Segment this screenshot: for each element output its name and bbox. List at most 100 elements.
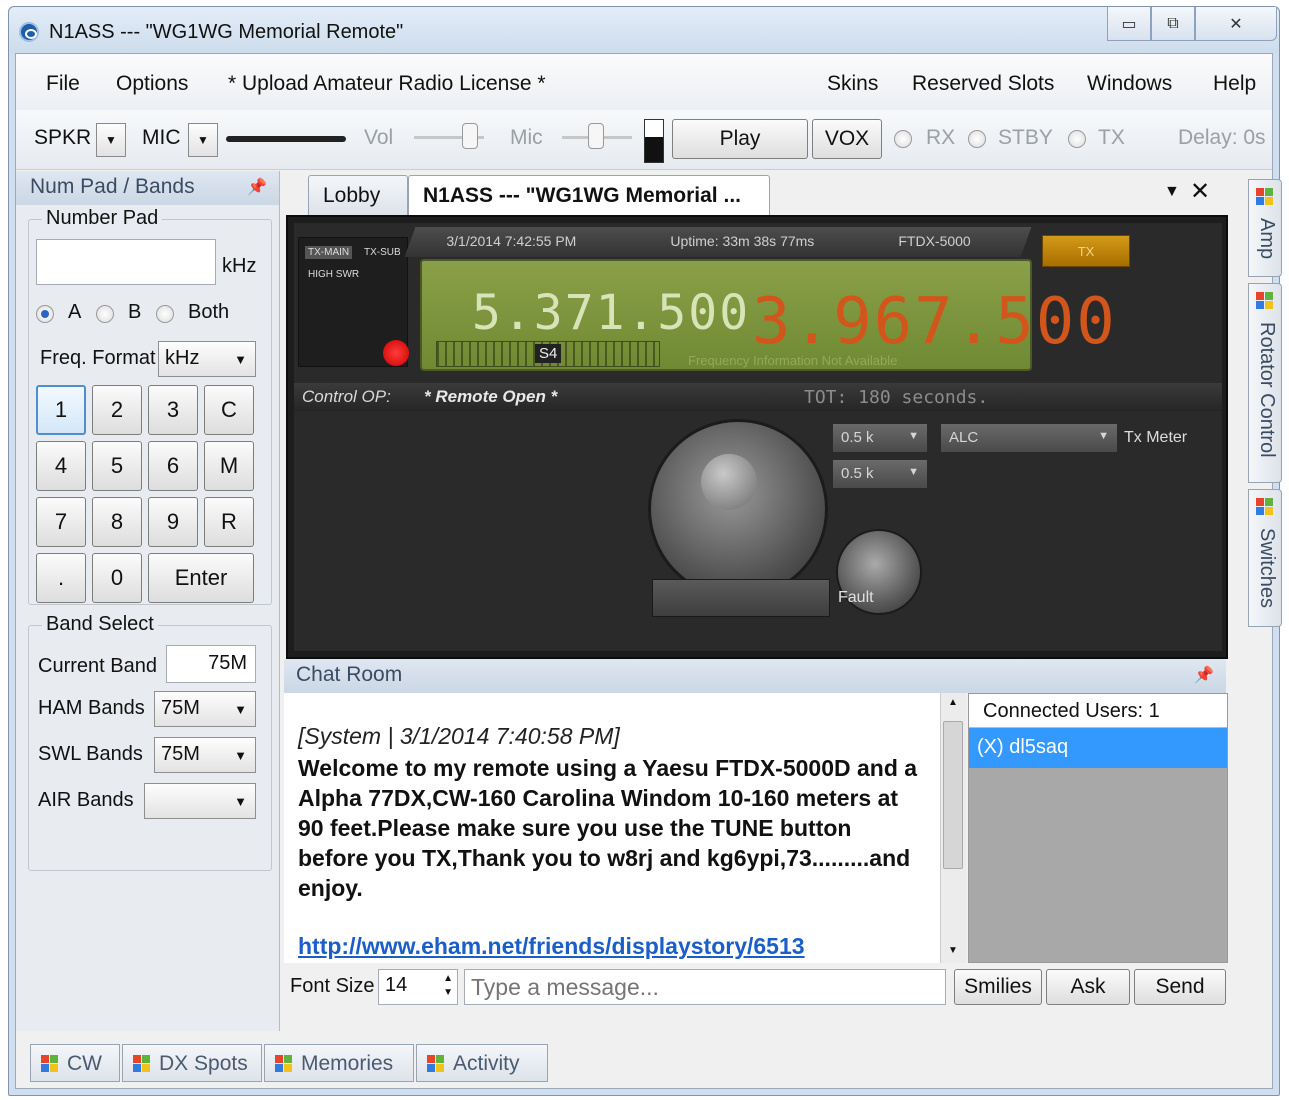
filter-width-select-1[interactable]: 0.5 k ▼ — [832, 423, 928, 453]
tab-lobby[interactable]: Lobby — [308, 175, 408, 215]
scroll-up-icon[interactable]: ▲ — [948, 697, 958, 708]
vfo-both-label: Both — [188, 301, 230, 323]
vol-slider[interactable] — [462, 123, 478, 149]
pin-icon[interactable]: 📌 — [247, 177, 267, 197]
vfo-a-radio[interactable] — [36, 305, 54, 323]
tab-list-chevron-icon[interactable]: ▼ — [1164, 183, 1180, 201]
tab-remote-station[interactable]: N1ASS --- "WG1WG Memorial ... — [408, 175, 770, 215]
scroll-thumb[interactable] — [943, 721, 963, 869]
send-button[interactable]: Send — [1134, 969, 1226, 1005]
radio-datetime: 3/1/2014 7:42:55 PM — [446, 233, 577, 249]
menu-file[interactable]: File — [46, 72, 80, 96]
scroll-down-icon[interactable]: ▼ — [948, 945, 958, 956]
filter-width-value-2: 0.5 k — [841, 465, 874, 482]
chevron-down-icon: ▼ — [908, 430, 919, 442]
user-list-item[interactable]: (X) dl5saq — [969, 728, 1227, 768]
key-2[interactable]: 2 — [92, 385, 142, 435]
mic-gain-label: Mic — [510, 126, 543, 149]
bottom-tab-dx-spots[interactable]: DX Spots — [122, 1044, 262, 1082]
font-size-stepper[interactable]: 14 ▲ ▼ — [378, 969, 458, 1005]
key-r[interactable]: R — [204, 497, 254, 547]
swl-bands-label: SWL Bands — [38, 743, 143, 765]
maximize-button[interactable]: ⧉ — [1151, 7, 1195, 41]
vox-button[interactable]: VOX — [812, 119, 882, 159]
pin-icon[interactable]: 📌 — [1194, 665, 1214, 685]
tx-radio[interactable] — [1068, 130, 1086, 148]
key-dot[interactable]: . — [36, 553, 86, 603]
key-enter[interactable]: Enter — [148, 553, 254, 603]
mic-dropdown[interactable]: ▼ — [188, 123, 218, 157]
key-8[interactable]: 8 — [92, 497, 142, 547]
key-6[interactable]: 6 — [148, 441, 198, 491]
chat-scrollbar[interactable]: ▲ ▼ — [940, 693, 966, 963]
stby-radio[interactable] — [968, 130, 986, 148]
filter-width-select-2[interactable]: 0.5 k ▼ — [832, 459, 928, 489]
vfo-both-radio[interactable] — [156, 305, 174, 323]
bottom-tab-memories[interactable]: Memories — [264, 1044, 414, 1082]
bottom-tab-dx-spots-label: DX Spots — [159, 1052, 248, 1075]
swl-bands-select[interactable]: 75M ▼ — [154, 737, 256, 773]
key-0[interactable]: 0 — [92, 553, 142, 603]
side-tab-amp[interactable]: Amp — [1248, 179, 1282, 277]
frequency-display: 5.371.500 3.967.500 S4 Frequency Informa… — [420, 259, 1115, 371]
menu-windows[interactable]: Windows — [1087, 72, 1172, 96]
side-tab-switches[interactable]: Switches — [1248, 489, 1282, 627]
close-tab-icon[interactable]: ✕ — [1190, 177, 1210, 206]
key-4[interactable]: 4 — [36, 441, 86, 491]
menu-options[interactable]: Options — [116, 72, 188, 96]
rx-radio[interactable] — [894, 130, 912, 148]
main-vfo-frequency[interactable]: 3.967.500 — [752, 285, 1117, 359]
air-bands-select[interactable]: ▼ — [144, 783, 256, 819]
stby-label: STBY — [998, 126, 1053, 149]
menu-skins[interactable]: Skins — [827, 72, 878, 96]
chat-message-input[interactable] — [464, 969, 946, 1005]
chat-link[interactable]: http://www.eham.net/friends/displaystory… — [298, 933, 805, 960]
ask-button[interactable]: Ask — [1046, 969, 1130, 1005]
sub-vfo-frequency[interactable]: 5.371.500 — [472, 285, 750, 341]
key-m[interactable]: M — [204, 441, 254, 491]
tx-meter-select[interactable]: ALC ▼ — [940, 423, 1118, 453]
connected-users-panel: Connected Users: 1 (X) dl5saq — [968, 693, 1228, 963]
mic-gain-slider[interactable] — [588, 123, 604, 149]
menu-upload-license[interactable]: * Upload Amateur Radio License * — [228, 72, 546, 96]
windows-icon — [41, 1055, 59, 1073]
current-band-value: 75M — [166, 645, 256, 683]
main-tuning-knob[interactable] — [648, 419, 828, 599]
window-controls: ▭ ⧉ ✕ — [1107, 7, 1277, 41]
frequency-input[interactable] — [36, 239, 216, 285]
audio-toolbar: SPKR ▼ MIC ▼ Vol Mic Play VOX RX STBY TX… — [16, 110, 1272, 170]
key-1[interactable]: 1 — [36, 385, 86, 435]
freq-format-select[interactable]: kHz ▼ — [158, 341, 256, 377]
chat-room-title: Chat Room — [296, 663, 403, 686]
connected-users-count: Connected Users: 1 — [969, 694, 1227, 728]
tx-main-label: TX-MAIN — [305, 246, 353, 259]
menu-bar: File Options * Upload Amateur Radio Lice… — [16, 54, 1272, 110]
frequency-info: Frequency Information Not Available — [688, 353, 898, 368]
side-tab-rotator-control[interactable]: Rotator Control — [1248, 283, 1282, 483]
key-c[interactable]: C — [204, 385, 254, 435]
ham-bands-label: HAM Bands — [38, 697, 145, 719]
side-tab-amp-label: Amp — [1256, 218, 1278, 260]
radio-uptime: Uptime: 33m 38s 77ms — [670, 233, 815, 249]
key-5[interactable]: 5 — [92, 441, 142, 491]
smilies-button[interactable]: Smilies — [954, 969, 1042, 1005]
menu-reserved-slots[interactable]: Reserved Slots — [912, 72, 1054, 96]
ham-bands-select[interactable]: 75M ▼ — [154, 691, 256, 727]
spkr-dropdown[interactable]: ▼ — [96, 123, 126, 157]
minimize-button[interactable]: ▭ — [1107, 7, 1151, 41]
key-7[interactable]: 7 — [36, 497, 86, 547]
control-strip: Control OP: * Remote Open * TOT: 180 sec… — [294, 383, 1222, 411]
menu-help[interactable]: Help — [1213, 72, 1256, 96]
play-button[interactable]: Play — [672, 119, 808, 159]
bottom-tab-cw[interactable]: CW — [30, 1044, 120, 1082]
chat-system-line: [System | 3/1/2014 7:40:58 PM] — [298, 723, 620, 749]
chevron-down-icon: ▼ — [105, 133, 117, 147]
bottom-tab-activity[interactable]: Activity — [416, 1044, 548, 1082]
key-9[interactable]: 9 — [148, 497, 198, 547]
close-button[interactable]: ✕ — [1195, 7, 1277, 41]
air-bands-label: AIR Bands — [38, 789, 134, 811]
stepper-arrows-icon[interactable]: ▲ ▼ — [443, 972, 453, 1000]
key-3[interactable]: 3 — [148, 385, 198, 435]
vfo-b-radio[interactable] — [96, 305, 114, 323]
radio-model: FTDX-5000 — [898, 233, 971, 249]
